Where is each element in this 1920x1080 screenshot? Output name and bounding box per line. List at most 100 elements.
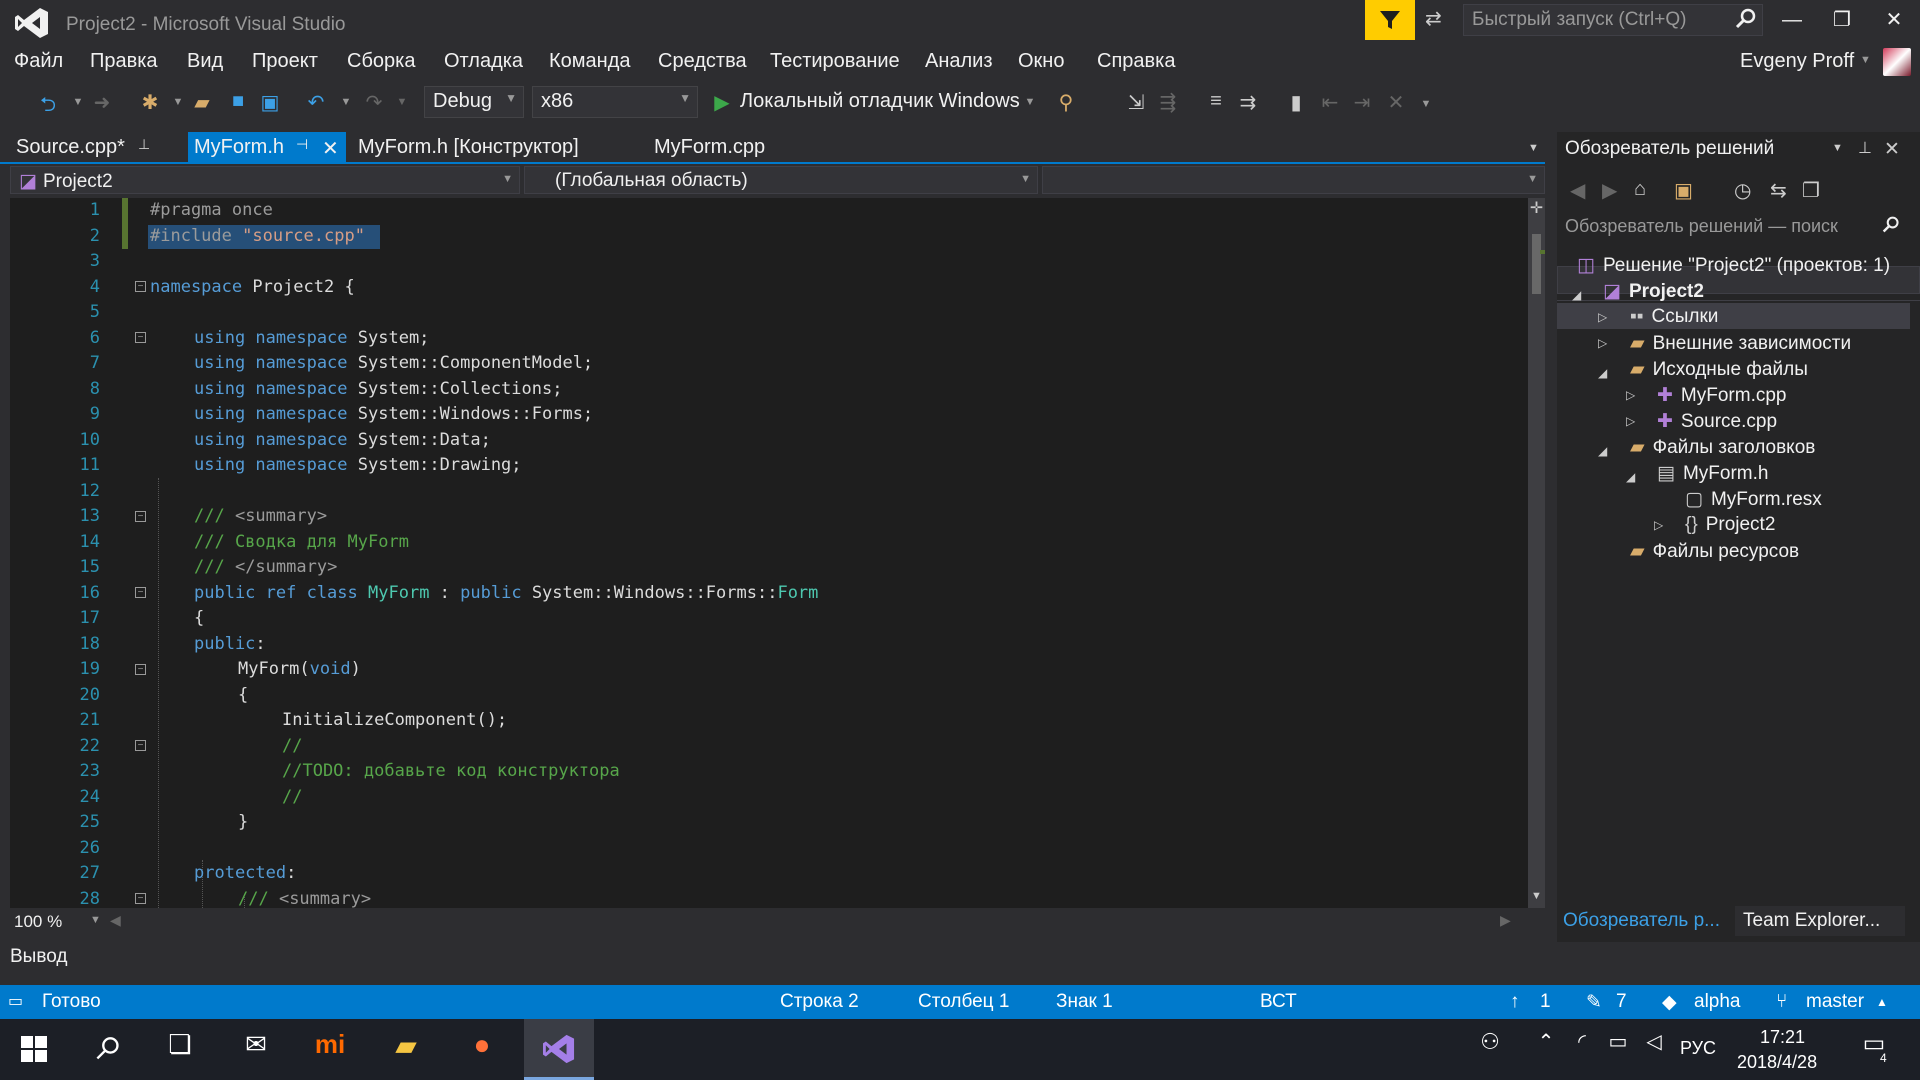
status-branch[interactable]: master [1806, 991, 1864, 1013]
fold-toggle-icon[interactable]: − [135, 587, 146, 598]
tree-item-myform-cpp[interactable]: ✚ MyForm.cpp [1657, 384, 1787, 407]
menu-file[interactable]: Файл [14, 50, 63, 73]
task-view-icon[interactable]: ❏ [160, 1029, 200, 1069]
comment-icon[interactable]: ≡ [1204, 90, 1228, 113]
chevron-down-icon[interactable]: ▼ [166, 96, 190, 108]
expanded-arrow-icon[interactable]: ◢ [1626, 470, 1635, 484]
uncomment-icon[interactable]: ⇉ [1236, 90, 1260, 115]
chevron-down-icon[interactable]: ▼ [1018, 96, 1042, 108]
scroll-left-icon[interactable]: ◀ [110, 912, 121, 929]
tree-item-namespace[interactable]: {} Project2 [1685, 514, 1775, 536]
tree-item-myform-h[interactable]: ▤ MyForm.h [1657, 462, 1768, 485]
menu-window[interactable]: Окно [1018, 50, 1064, 73]
menu-view[interactable]: Вид [187, 50, 223, 73]
tree-item-project[interactable]: ◪ Project2 [1603, 280, 1704, 303]
menu-debug[interactable]: Отладка [444, 50, 523, 73]
play-icon[interactable]: ▶ [710, 90, 734, 115]
repo-icon[interactable]: ◆ [1662, 991, 1677, 1014]
menu-edit[interactable]: Правка [90, 50, 158, 73]
file-explorer-icon[interactable]: ▰ [386, 1029, 426, 1069]
scroll-right-icon[interactable]: ▶ [1500, 912, 1511, 929]
next-bookmark-icon[interactable]: ⇥ [1350, 90, 1374, 115]
collapsed-arrow-icon[interactable]: ▷ [1598, 336, 1607, 350]
output-window-icon[interactable]: ▭ [8, 991, 23, 1011]
avatar[interactable] [1883, 48, 1911, 76]
step-over-icon[interactable]: ⇶ [1156, 90, 1180, 115]
fold-toggle-icon[interactable]: − [135, 281, 146, 292]
chevron-down-icon[interactable]: ▼ [1832, 142, 1843, 154]
code-editor[interactable]: 1 2 3 4 5 6 7 8 9 10 11 12 13 14 15 16 17 18 19 20 21 22 23 24 2… [10, 198, 1528, 908]
home-icon[interactable]: ⌂ [1634, 178, 1646, 201]
pencil-icon[interactable]: ✎ [1586, 991, 1602, 1014]
menu-team[interactable]: Команда [549, 50, 630, 73]
windows-start-icon[interactable] [14, 1029, 54, 1069]
search-icon[interactable] [1882, 216, 1900, 240]
tab-solution-explorer[interactable]: Обозреватель р... [1557, 906, 1727, 936]
tree-item-header-files[interactable]: ▰ Файлы заголовков [1630, 436, 1815, 459]
sync-icon[interactable]: ⇆ [1770, 178, 1787, 203]
quick-launch-input[interactable]: Быстрый запуск (Ctrl+Q) [1463, 4, 1763, 36]
volume-icon[interactable]: ◁ [1634, 1029, 1674, 1069]
menu-analyze[interactable]: Анализ [925, 50, 993, 73]
collapse-all-icon[interactable]: ❐ [1802, 178, 1820, 203]
fold-toggle-icon[interactable]: − [135, 664, 146, 675]
tree-item-references[interactable]: ▪▪ Ссылки [1630, 306, 1718, 328]
tab-myform-h[interactable]: MyForm.h ⊣ ✕ [188, 132, 346, 162]
tree-item-source-cpp[interactable]: ✚ Source.cpp [1657, 410, 1777, 433]
tree-item-resource-files[interactable]: ▰ Файлы ресурсов [1630, 540, 1799, 563]
close-icon[interactable]: ✕ [322, 136, 339, 161]
mail-icon[interactable]: ✉ [236, 1029, 276, 1069]
step-icon[interactable]: ⇲ [1124, 90, 1148, 115]
save-all-icon[interactable]: ▣ [258, 90, 282, 115]
user-name[interactable]: Evgeny Proff [1740, 50, 1854, 73]
open-folder-icon[interactable]: ▰ [190, 90, 214, 115]
fold-toggle-icon[interactable]: − [135, 893, 146, 904]
expanded-arrow-icon[interactable]: ◢ [1572, 288, 1581, 302]
push-arrow-icon[interactable]: ↑ [1510, 991, 1520, 1013]
chevron-down-icon[interactable]: ▼ [390, 96, 414, 108]
branch-icon[interactable]: ⑂ [1776, 991, 1787, 1013]
menu-tools[interactable]: Средства [658, 50, 747, 73]
mi-app-icon[interactable]: mi [310, 1029, 350, 1069]
notifications-filter-icon[interactable] [1365, 0, 1415, 40]
run-debugger-button[interactable]: Локальный отладчик Windows [740, 90, 1020, 113]
feedback-icon[interactable]: ⇄ [1425, 6, 1453, 34]
editor-vertical-scrollbar[interactable]: ✛ ▼ [1528, 198, 1545, 908]
tree-item-external-deps[interactable]: ▰ Внешние зависимости [1630, 332, 1851, 355]
tab-source-cpp[interactable]: Source.cpp* ⊥ [10, 132, 185, 162]
menu-build[interactable]: Сборка [347, 50, 415, 73]
back-icon[interactable]: ⮌ [36, 90, 60, 124]
chevron-down-icon[interactable]: ▼ [1860, 54, 1871, 66]
status-unpushed-count[interactable]: 1 [1540, 991, 1551, 1013]
tab-list-chevron-icon[interactable]: ▼ [1528, 142, 1539, 154]
chevron-down-icon[interactable]: ▼ [66, 96, 90, 108]
status-changes-count[interactable]: 7 [1616, 991, 1627, 1013]
wifi-icon[interactable]: ◜ [1562, 1029, 1602, 1069]
save-icon[interactable]: ■ [226, 90, 250, 113]
tab-myform-designer[interactable]: MyForm.h [Конструктор] [352, 132, 602, 162]
expanded-arrow-icon[interactable]: ◢ [1598, 366, 1607, 380]
collapsed-arrow-icon[interactable]: ▷ [1626, 414, 1635, 428]
task-visual-studio[interactable] [524, 1019, 594, 1080]
new-project-icon[interactable]: ✱ [138, 90, 162, 115]
status-repo[interactable]: alpha [1694, 991, 1741, 1013]
scope-dropdown[interactable]: (Глобальная область) ▼ [524, 166, 1038, 194]
search-icon[interactable] [1735, 8, 1757, 36]
undo-icon[interactable]: ↶ [304, 90, 328, 115]
config-dropdown[interactable]: Debug ▼ [424, 86, 524, 118]
zoom-chevron-icon[interactable]: ▼ [90, 914, 101, 926]
close-button[interactable]: ✕ [1870, 4, 1918, 36]
pin-icon[interactable]: ⊣ [296, 136, 308, 153]
menu-help[interactable]: Справка [1097, 50, 1175, 73]
expanded-arrow-icon[interactable]: ◢ [1598, 444, 1607, 458]
clear-bookmarks-icon[interactable]: ✕ [1384, 90, 1408, 115]
people-icon[interactable]: ⚇ [1470, 1029, 1510, 1069]
battery-icon[interactable]: ▭ [1598, 1029, 1638, 1069]
toolbar-overflow-icon[interactable]: ▼ [1414, 98, 1438, 110]
chevron-down-icon[interactable]: ▼ [334, 96, 358, 108]
tab-team-explorer[interactable]: Team Explorer... [1735, 906, 1905, 936]
prev-bookmark-icon[interactable]: ⇤ [1318, 90, 1342, 115]
tab-myform-cpp[interactable]: MyForm.cpp [648, 132, 788, 162]
bookmark-icon[interactable]: ▮ [1284, 90, 1308, 115]
restore-button[interactable]: ❐ [1818, 4, 1866, 36]
